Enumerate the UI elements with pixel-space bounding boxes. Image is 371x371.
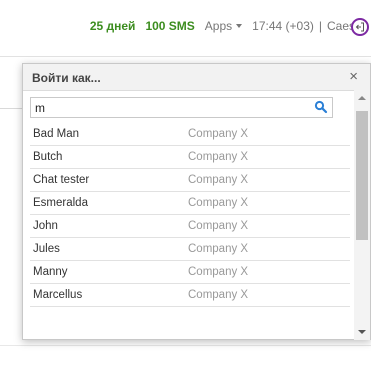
company-cell: Company X (188, 289, 249, 301)
list-item[interactable]: Manny Company X (30, 261, 350, 284)
company-cell: Company X (188, 197, 249, 209)
list-item[interactable]: Bad Man Company X (30, 123, 350, 146)
user-name-cell: Bad Man (33, 128, 80, 140)
company-cell: Company X (188, 266, 249, 278)
user-name-cell: John (33, 220, 58, 232)
user-name-cell: Manny (33, 266, 68, 278)
company-cell: Company X (188, 174, 249, 186)
dialog-header: Войти как... × (23, 64, 370, 91)
divider (0, 108, 22, 109)
dialog-title: Войти как... (32, 71, 101, 85)
logout-button[interactable] (351, 18, 369, 36)
user-name-cell: Esmeralda (33, 197, 88, 209)
sms-balance[interactable]: 100 SMS (145, 19, 194, 33)
company-cell: Company X (188, 151, 249, 163)
logout-icon (355, 22, 364, 32)
caret-down-icon (236, 24, 243, 28)
scroll-down-arrow-icon[interactable] (358, 330, 366, 334)
user-name-cell: Marcellus (33, 289, 83, 301)
separator: | (318, 19, 322, 33)
company-cell: Company X (188, 128, 249, 140)
list-item[interactable]: Esmeralda Company X (30, 192, 350, 215)
list-item[interactable]: John Company X (30, 215, 350, 238)
search-input[interactable] (30, 97, 333, 118)
list-scrollbar[interactable] (354, 90, 370, 340)
login-as-dialog: Войти как... × Bad Man Company X Butch C… (22, 63, 371, 340)
search-icon[interactable] (314, 100, 328, 114)
top-bar-items: 25 дней 100 SMS Apps 17:44 (+03) | Caesa (90, 19, 357, 33)
search-box (30, 97, 333, 118)
list-item[interactable]: Jules Company X (30, 238, 350, 261)
scrollbar-thumb[interactable] (356, 111, 368, 240)
user-name-cell: Jules (33, 243, 60, 255)
apps-menu-label: Apps (204, 19, 233, 33)
apps-menu[interactable]: Apps (204, 19, 243, 33)
user-name-cell: Butch (33, 151, 63, 163)
scroll-up-arrow-icon[interactable] (358, 96, 366, 100)
company-cell: Company X (188, 243, 249, 255)
list-item[interactable]: Butch Company X (30, 146, 350, 169)
top-bar: 25 дней 100 SMS Apps 17:44 (+03) | Caesa (0, 0, 371, 57)
list-item[interactable]: Chat tester Company X (30, 169, 350, 192)
clock: 17:44 (+03) (252, 19, 314, 33)
user-list: Bad Man Company X Butch Company X Chat t… (30, 123, 350, 307)
days-remaining[interactable]: 25 дней (90, 19, 136, 33)
user-name-cell: Chat tester (33, 174, 90, 186)
divider (0, 345, 371, 346)
company-cell: Company X (188, 220, 249, 232)
list-item[interactable]: Marcellus Company X (30, 284, 350, 307)
close-icon[interactable]: × (349, 69, 358, 84)
